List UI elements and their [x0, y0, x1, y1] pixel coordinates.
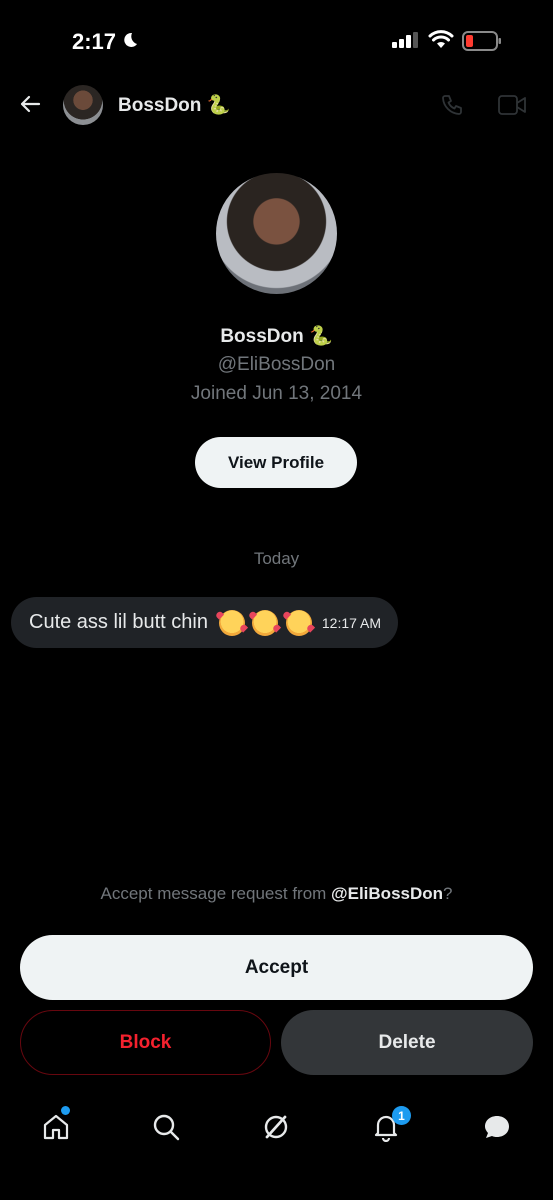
block-button[interactable]: Block [20, 1010, 271, 1075]
wifi-icon [428, 30, 454, 48]
request-prompt-handle[interactable]: @EliBossDon [331, 884, 443, 903]
nav-messages[interactable] [480, 1110, 514, 1144]
status-time: 2:17 [72, 29, 117, 54]
phone-icon[interactable] [440, 93, 464, 117]
search-icon [153, 1114, 180, 1141]
smiling-face-with-hearts-icon [218, 609, 245, 636]
nav-grok[interactable] [259, 1110, 293, 1144]
nav-search[interactable] [149, 1110, 183, 1144]
view-profile-button[interactable]: View Profile [195, 437, 357, 488]
grok-icon [264, 1115, 288, 1139]
profile-name: BossDon 🐍 [220, 326, 333, 347]
date-divider: Today [253, 549, 300, 568]
avatar[interactable] [63, 85, 103, 125]
request-prompt-prefix: Accept message request from [100, 884, 332, 903]
signal-icon [392, 32, 418, 48]
delete-button[interactable]: Delete [281, 1010, 533, 1075]
profile-avatar[interactable] [216, 173, 337, 294]
home-icon [43, 1114, 69, 1140]
profile-joined-date: Joined Jun 13, 2014 [190, 383, 363, 404]
header-username[interactable]: BossDon 🐍 [118, 93, 230, 117]
emoji-group [216, 609, 312, 636]
back-arrow-icon[interactable] [18, 92, 42, 116]
home-notification-dot [61, 1106, 70, 1115]
moon-icon [124, 32, 137, 47]
message-timestamp: 12:17 AM [321, 614, 382, 631]
notifications-badge: 1 [392, 1106, 411, 1125]
video-icon[interactable] [498, 94, 526, 116]
nav-home[interactable] [39, 1110, 73, 1144]
message-text: Cute ass lil butt chin [29, 611, 208, 633]
request-prompt: Accept message request from @EliBossDon? [0, 884, 553, 904]
battery-icon [462, 31, 501, 51]
smiling-face-with-hearts-icon [285, 609, 312, 636]
message-icon [485, 1116, 509, 1138]
message-bubble[interactable]: Cute ass lil butt chin 12:17 AM [11, 597, 398, 648]
accept-button[interactable]: Accept [20, 935, 533, 1000]
profile-handle: @EliBossDon [217, 354, 336, 375]
request-prompt-suffix: ? [443, 884, 453, 903]
smiling-face-with-hearts-icon [252, 609, 279, 636]
